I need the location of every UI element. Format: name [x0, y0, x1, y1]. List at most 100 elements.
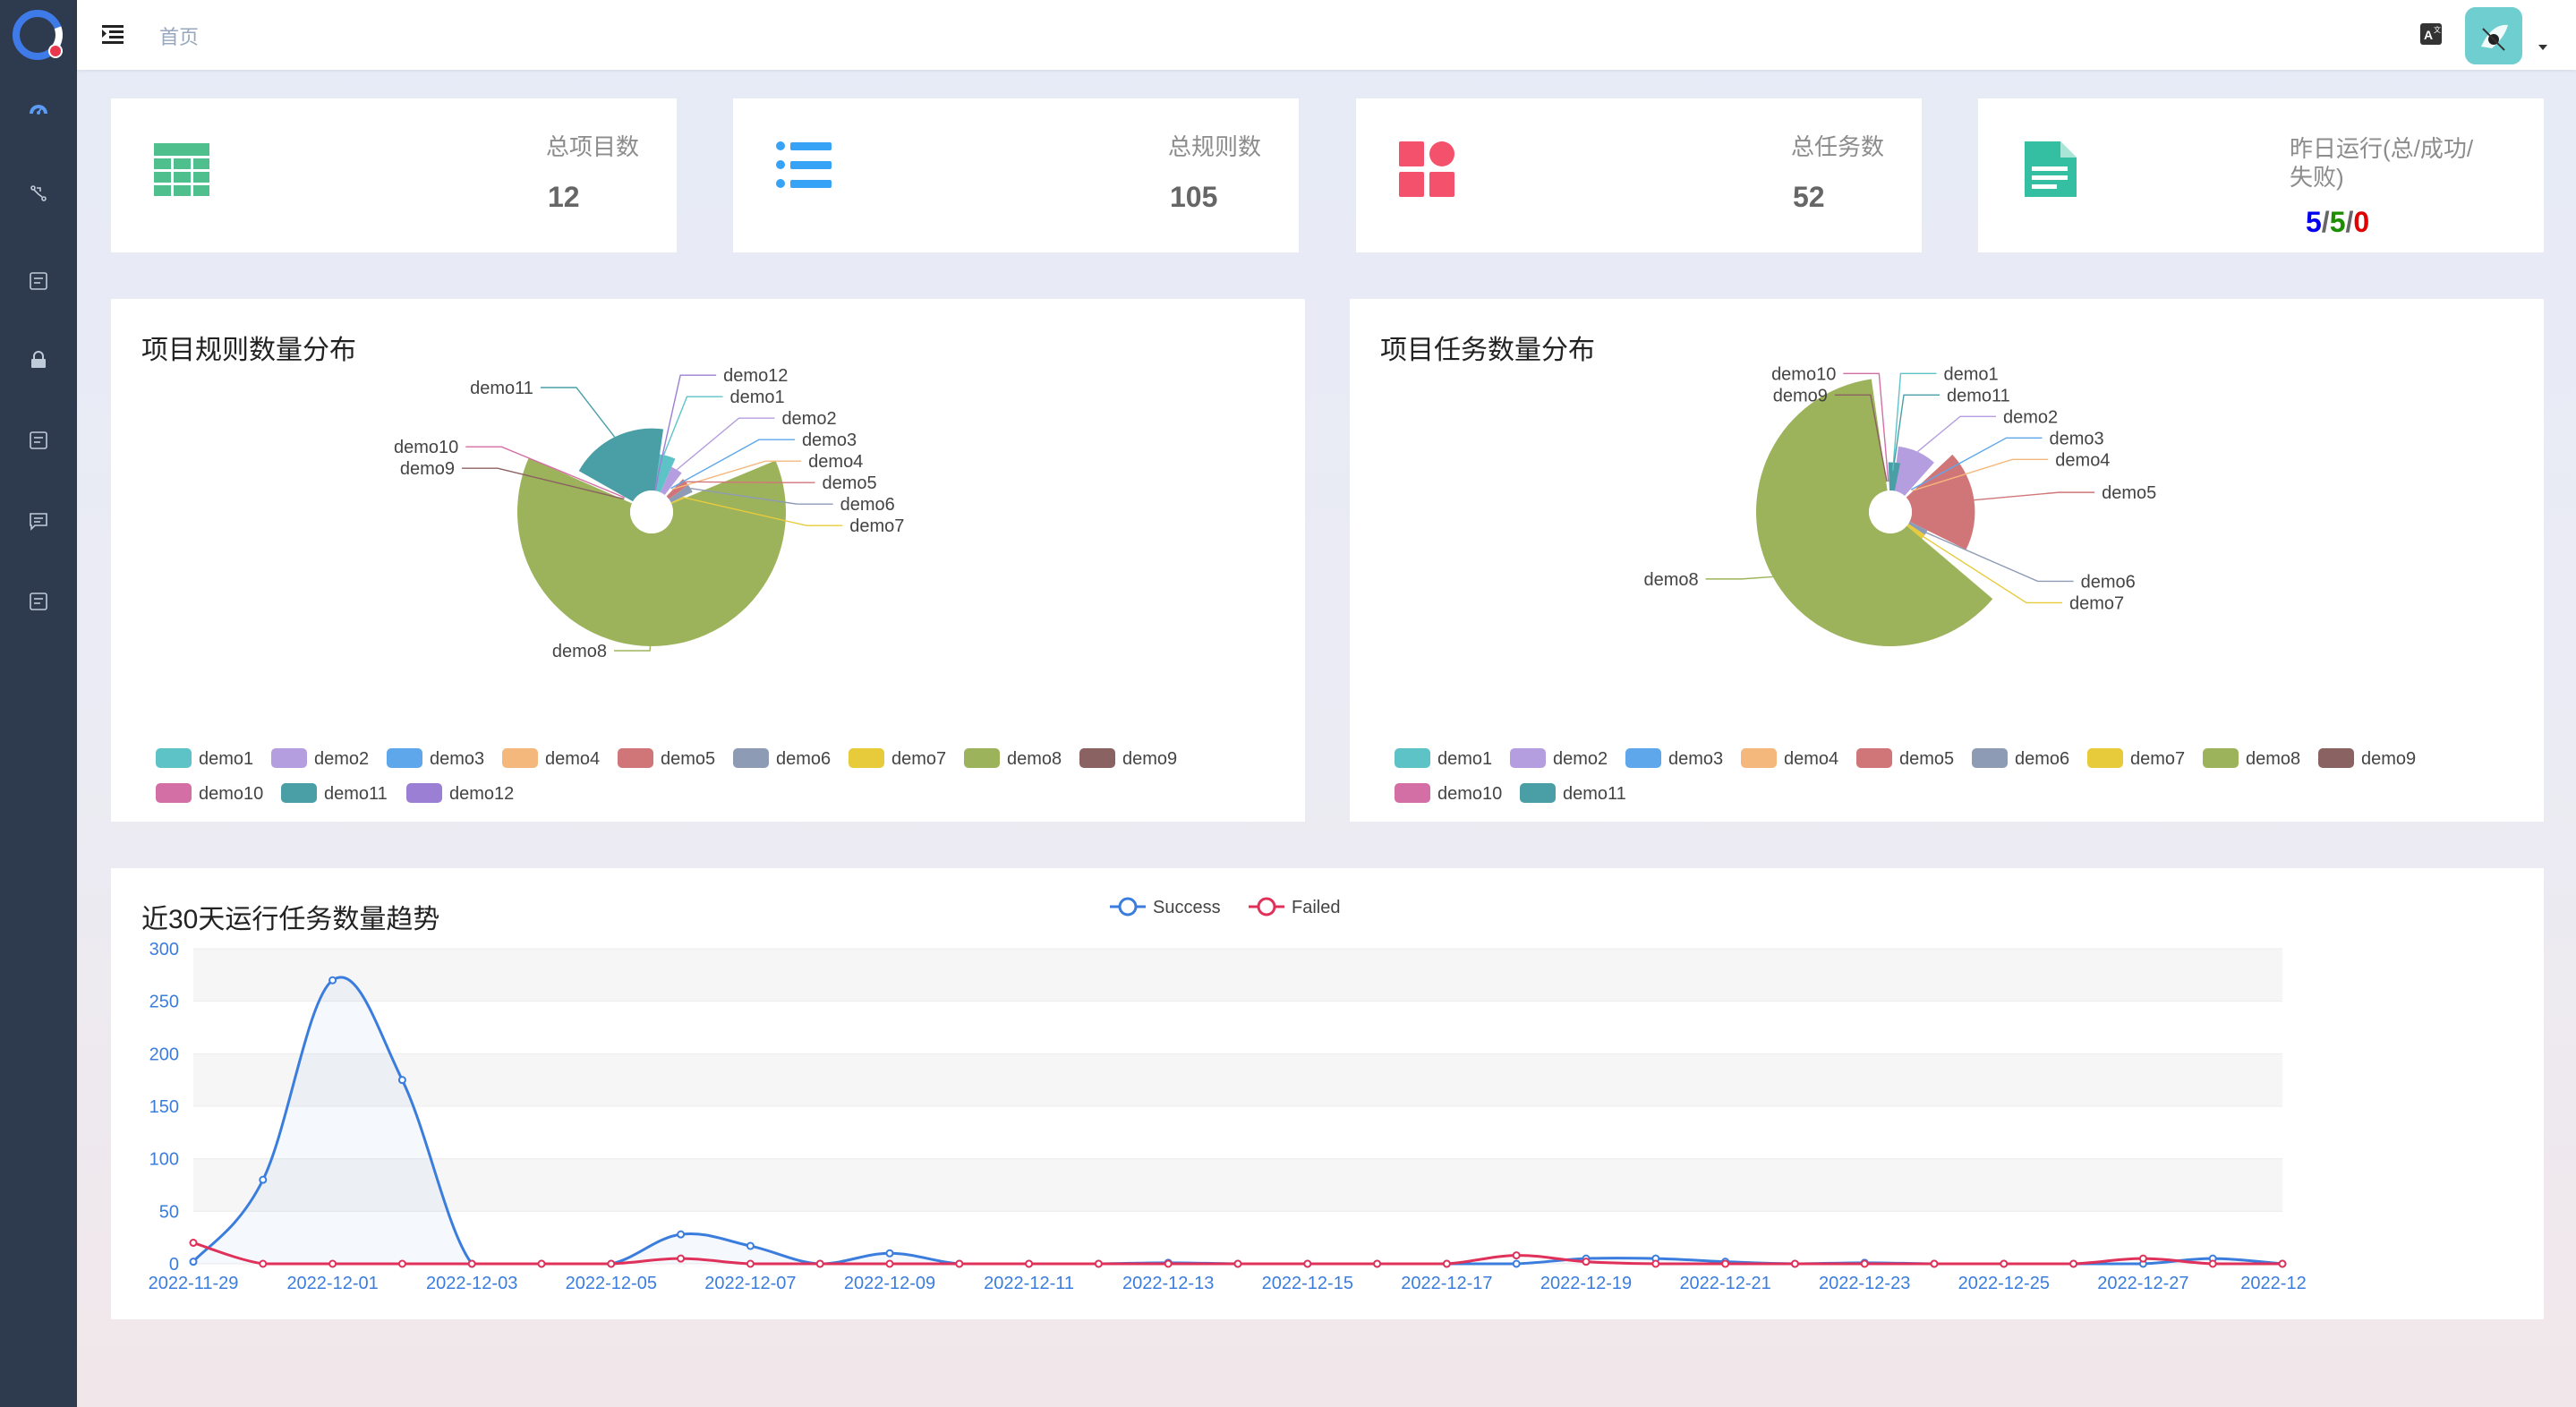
data-point-Failed[interactable] — [2208, 1259, 2217, 1268]
legend-item-demo7[interactable]: demo7 — [849, 748, 946, 769]
nav-item-lock[interactable] — [0, 333, 77, 387]
grid-band — [193, 1158, 2282, 1212]
nav-item-dashboard[interactable] — [0, 82, 77, 136]
legend-label: Success — [1153, 898, 1221, 917]
data-point-Failed[interactable] — [1721, 1259, 1730, 1268]
data-point-Failed[interactable] — [1512, 1251, 1521, 1260]
data-point-Failed[interactable] — [1164, 1259, 1173, 1268]
legend-label: demo2 — [1553, 749, 1608, 769]
data-point-Failed[interactable] — [1442, 1259, 1451, 1268]
label-leader-line — [662, 396, 723, 456]
legend-item-demo9[interactable]: demo9 — [1079, 748, 1177, 769]
data-point-Failed[interactable] — [1860, 1259, 1869, 1268]
data-point-Failed[interactable] — [1303, 1259, 1312, 1268]
legend-item-demo12[interactable]: demo12 — [406, 783, 514, 804]
trend-line-chart[interactable]: 0 50 100 150 200 250 300 2022-11-29 2022-12-01 20… — [111, 868, 2544, 1319]
stat-card-projects[interactable]: 总项目数 12 — [111, 98, 677, 252]
nav-item-form-1[interactable] — [0, 254, 77, 308]
legend-label: demo10 — [199, 784, 263, 804]
data-point-Failed[interactable] — [2069, 1259, 2078, 1268]
legend-item-demo3[interactable]: demo3 — [387, 748, 484, 769]
caret-down-icon[interactable] — [2537, 41, 2549, 54]
legend-item-demo10[interactable]: demo10 — [1395, 783, 1502, 804]
data-point-Failed[interactable] — [607, 1259, 616, 1268]
nav-item-form-3[interactable] — [0, 575, 77, 628]
data-point-Failed[interactable] — [189, 1239, 198, 1248]
nav-item-route[interactable] — [0, 166, 77, 220]
data-point-Failed[interactable] — [1651, 1259, 1660, 1268]
legend-item-demo11[interactable]: demo11 — [1520, 783, 1626, 804]
data-point-Failed[interactable] — [259, 1259, 268, 1268]
stat-card-tasks[interactable]: 总任务数 52 — [1356, 98, 1922, 252]
data-point-Failed[interactable] — [1582, 1258, 1591, 1266]
stat-card-rules[interactable]: 总规则数 105 — [733, 98, 1299, 252]
legend-item-demo5[interactable]: demo5 — [618, 748, 715, 769]
legend-item-demo1[interactable]: demo1 — [1395, 748, 1492, 769]
legend-item-demo4[interactable]: demo4 — [502, 748, 600, 769]
data-point-Failed[interactable] — [1094, 1259, 1103, 1268]
breadcrumb[interactable]: 首页 — [159, 21, 199, 50]
legend-item-demo2[interactable]: demo2 — [271, 748, 369, 769]
data-point-Failed[interactable] — [955, 1259, 964, 1268]
data-point-Failed[interactable] — [1373, 1259, 1382, 1268]
nav-item-form-2[interactable] — [0, 414, 77, 467]
data-point-Failed[interactable] — [1790, 1259, 1799, 1268]
data-point-Success[interactable] — [189, 1258, 198, 1266]
legend-item-demo11[interactable]: demo11 — [281, 783, 388, 804]
legend-item-demo6[interactable]: demo6 — [1972, 748, 2069, 769]
legend-item-Failed[interactable]: Failed — [1249, 897, 1340, 917]
menu-fold-icon[interactable] — [98, 20, 127, 48]
legend-item-Success[interactable]: Success — [1110, 897, 1221, 917]
data-point-Success[interactable] — [746, 1241, 755, 1250]
rules-rose-chart[interactable]: demo1 demo2 demo3 demo4 demo5 demo6 demo7 demo8… — [111, 299, 1305, 822]
data-point-Success[interactable] — [885, 1249, 894, 1258]
app-logo[interactable] — [11, 7, 66, 63]
user-avatar[interactable] — [2465, 7, 2522, 64]
legend-item-demo7[interactable]: demo7 — [2087, 748, 2185, 769]
legend-item-demo2[interactable]: demo2 — [1510, 748, 1608, 769]
legend-item-demo10[interactable]: demo10 — [156, 783, 263, 804]
legend-item-demo8[interactable]: demo8 — [964, 748, 1062, 769]
legend-item-demo4[interactable]: demo4 — [1741, 748, 1838, 769]
route-icon — [30, 185, 47, 201]
legend-item-demo6[interactable]: demo6 — [733, 748, 831, 769]
legend-item-demo1[interactable]: demo1 — [156, 748, 253, 769]
data-point-Success[interactable] — [328, 976, 337, 985]
data-point-Failed[interactable] — [2138, 1254, 2147, 1263]
data-point-Failed[interactable] — [746, 1259, 755, 1268]
legend-item-demo8[interactable]: demo8 — [2203, 748, 2300, 769]
slice-label: demo4 — [808, 452, 863, 472]
form-icon — [30, 431, 47, 449]
legend-swatch — [1510, 748, 1546, 768]
stat-title: 昨日运行(总/成功/ 失败) — [2290, 134, 2490, 192]
data-point-Failed[interactable] — [1233, 1259, 1242, 1268]
legend-label: demo11 — [1563, 784, 1626, 804]
data-point-Failed[interactable] — [467, 1259, 476, 1268]
legend-item-demo3[interactable]: demo3 — [1625, 748, 1723, 769]
translate-icon[interactable]: A 文 — [2418, 21, 2444, 47]
legend-item-demo9[interactable]: demo9 — [2318, 748, 2416, 769]
data-point-Failed[interactable] — [2278, 1259, 2287, 1268]
legend-label: demo3 — [1668, 749, 1723, 769]
stat-card-yesterday-runs[interactable]: 昨日运行(总/成功/ 失败) 5/5/0 — [1978, 98, 2544, 252]
grid-band — [193, 1053, 2282, 1106]
legend-item-demo5[interactable]: demo5 — [1856, 748, 1954, 769]
data-point-Failed[interactable] — [397, 1259, 406, 1268]
data-point-Failed[interactable] — [815, 1259, 824, 1268]
data-point-Success[interactable] — [397, 1076, 406, 1085]
grid-band — [193, 949, 2282, 1002]
data-point-Failed[interactable] — [2000, 1259, 2009, 1268]
data-point-Success[interactable] — [1512, 1259, 1521, 1268]
data-point-Success[interactable] — [259, 1175, 268, 1184]
data-point-Failed[interactable] — [1025, 1259, 1034, 1268]
data-point-Failed[interactable] — [1930, 1259, 1939, 1268]
nav-item-message[interactable] — [0, 494, 77, 548]
data-point-Failed[interactable] — [885, 1259, 894, 1268]
tasks-rose-chart[interactable]: demo1 demo2 demo3 demo4 demo5 demo6 demo7 demo8… — [1350, 299, 2544, 822]
svg-text:文: 文 — [2434, 25, 2441, 34]
slice-label: demo5 — [2102, 483, 2156, 503]
data-point-Failed[interactable] — [677, 1254, 686, 1263]
data-point-Success[interactable] — [677, 1230, 686, 1239]
data-point-Failed[interactable] — [328, 1259, 337, 1268]
data-point-Failed[interactable] — [537, 1259, 546, 1268]
